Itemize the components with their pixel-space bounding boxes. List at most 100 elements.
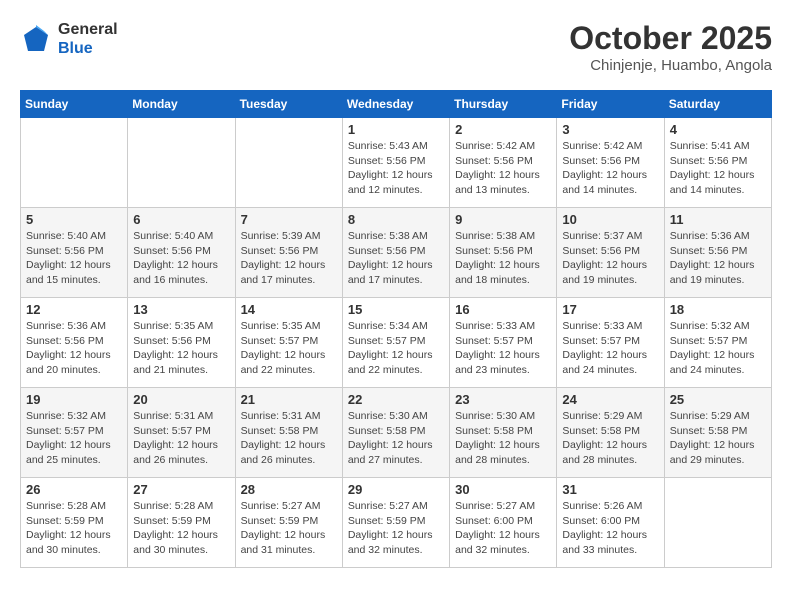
- day-info: Sunrise: 5:27 AM Sunset: 6:00 PM Dayligh…: [455, 499, 551, 558]
- day-number: 12: [26, 302, 122, 317]
- calendar-cell: [235, 118, 342, 208]
- day-number: 20: [133, 392, 229, 407]
- day-info: Sunrise: 5:27 AM Sunset: 5:59 PM Dayligh…: [348, 499, 444, 558]
- day-info: Sunrise: 5:38 AM Sunset: 5:56 PM Dayligh…: [455, 229, 551, 288]
- day-number: 15: [348, 302, 444, 317]
- calendar-table: SundayMondayTuesdayWednesdayThursdayFrid…: [20, 90, 772, 568]
- day-info: Sunrise: 5:42 AM Sunset: 5:56 PM Dayligh…: [455, 139, 551, 198]
- day-info: Sunrise: 5:42 AM Sunset: 5:56 PM Dayligh…: [562, 139, 658, 198]
- calendar-cell: 31 Sunrise: 5:26 AM Sunset: 6:00 PM Dayli…: [557, 478, 664, 568]
- day-number: 30: [455, 482, 551, 497]
- day-info: Sunrise: 5:28 AM Sunset: 5:59 PM Dayligh…: [133, 499, 229, 558]
- day-number: 24: [562, 392, 658, 407]
- day-info: Sunrise: 5:29 AM Sunset: 5:58 PM Dayligh…: [670, 409, 766, 468]
- column-header-friday: Friday: [557, 91, 664, 118]
- day-number: 11: [670, 212, 766, 227]
- column-header-wednesday: Wednesday: [342, 91, 449, 118]
- calendar-cell: 2 Sunrise: 5:42 AM Sunset: 5:56 PM Daylig…: [450, 118, 557, 208]
- day-info: Sunrise: 5:35 AM Sunset: 5:56 PM Dayligh…: [133, 319, 229, 378]
- calendar-cell: 27 Sunrise: 5:28 AM Sunset: 5:59 PM Dayli…: [128, 478, 235, 568]
- page-header: General Blue October 2025 Chinjenje, Hua…: [20, 20, 772, 74]
- calendar-cell: 21 Sunrise: 5:31 AM Sunset: 5:58 PM Dayli…: [235, 388, 342, 478]
- day-number: 31: [562, 482, 658, 497]
- day-number: 7: [241, 212, 337, 227]
- day-number: 1: [348, 122, 444, 137]
- calendar-cell: 19Sunrise: 5:32 AM Sunset: 5:57 PM Dayli…: [21, 388, 128, 478]
- calendar-cell: 25 Sunrise: 5:29 AM Sunset: 5:58 PM Dayli…: [664, 388, 771, 478]
- calendar-cell: 6 Sunrise: 5:40 AM Sunset: 5:56 PM Daylig…: [128, 208, 235, 298]
- day-number: 21: [241, 392, 337, 407]
- title-section: October 2025 Chinjenje, Huambo, Angola: [569, 20, 772, 74]
- day-number: 17: [562, 302, 658, 317]
- calendar-cell: 24 Sunrise: 5:29 AM Sunset: 5:58 PM Dayli…: [557, 388, 664, 478]
- day-info: Sunrise: 5:33 AM Sunset: 5:57 PM Dayligh…: [562, 319, 658, 378]
- day-number: 6: [133, 212, 229, 227]
- calendar-cell: 8 Sunrise: 5:38 AM Sunset: 5:56 PM Daylig…: [342, 208, 449, 298]
- day-info: Sunrise: 5:29 AM Sunset: 5:58 PM Dayligh…: [562, 409, 658, 468]
- day-info: Sunrise: 5:28 AM Sunset: 5:59 PM Dayligh…: [26, 499, 122, 558]
- calendar-cell: 4 Sunrise: 5:41 AM Sunset: 5:56 PM Daylig…: [664, 118, 771, 208]
- day-number: 5: [26, 212, 122, 227]
- week-row-5: 26 Sunrise: 5:28 AM Sunset: 5:59 PM Dayli…: [21, 478, 772, 568]
- day-number: 8: [348, 212, 444, 227]
- day-number: 19: [26, 392, 122, 407]
- logo-general-text: General: [58, 20, 118, 39]
- logo: General Blue: [20, 20, 118, 58]
- calendar-cell: 14 Sunrise: 5:35 AM Sunset: 5:57 PM Dayli…: [235, 298, 342, 388]
- day-info: Sunrise: 5:35 AM Sunset: 5:57 PM Dayligh…: [241, 319, 337, 378]
- day-number: 3: [562, 122, 658, 137]
- calendar-cell: [21, 118, 128, 208]
- calendar-cell: 17 Sunrise: 5:33 AM Sunset: 5:57 PM Dayli…: [557, 298, 664, 388]
- day-info: Sunrise: 5:40 AM Sunset: 5:56 PM Dayligh…: [26, 229, 122, 288]
- calendar-cell: 7 Sunrise: 5:39 AM Sunset: 5:56 PM Daylig…: [235, 208, 342, 298]
- day-info: Sunrise: 5:37 AM Sunset: 5:56 PM Dayligh…: [562, 229, 658, 288]
- day-number: 22: [348, 392, 444, 407]
- day-info: Sunrise: 5:26 AM Sunset: 6:00 PM Dayligh…: [562, 499, 658, 558]
- calendar-cell: 28Sunrise: 5:27 AM Sunset: 5:59 PM Dayli…: [235, 478, 342, 568]
- calendar-cell: 16Sunrise: 5:33 AM Sunset: 5:57 PM Dayli…: [450, 298, 557, 388]
- day-info: Sunrise: 5:39 AM Sunset: 5:56 PM Dayligh…: [241, 229, 337, 288]
- day-number: 2: [455, 122, 551, 137]
- calendar-cell: 9 Sunrise: 5:38 AM Sunset: 5:56 PM Daylig…: [450, 208, 557, 298]
- column-header-monday: Monday: [128, 91, 235, 118]
- location-subtitle: Chinjenje, Huambo, Angola: [569, 57, 772, 74]
- calendar-cell: 1Sunrise: 5:43 AM Sunset: 5:56 PM Daylig…: [342, 118, 449, 208]
- day-info: Sunrise: 5:36 AM Sunset: 5:56 PM Dayligh…: [26, 319, 122, 378]
- column-header-saturday: Saturday: [664, 91, 771, 118]
- week-row-3: 12 Sunrise: 5:36 AM Sunset: 5:56 PM Dayli…: [21, 298, 772, 388]
- calendar-cell: 13Sunrise: 5:35 AM Sunset: 5:56 PM Dayli…: [128, 298, 235, 388]
- calendar-cell: 12 Sunrise: 5:36 AM Sunset: 5:56 PM Dayli…: [21, 298, 128, 388]
- week-row-1: 1Sunrise: 5:43 AM Sunset: 5:56 PM Daylig…: [21, 118, 772, 208]
- day-info: Sunrise: 5:31 AM Sunset: 5:58 PM Dayligh…: [241, 409, 337, 468]
- column-header-thursday: Thursday: [450, 91, 557, 118]
- day-info: Sunrise: 5:33 AM Sunset: 5:57 PM Dayligh…: [455, 319, 551, 378]
- calendar-cell: 5 Sunrise: 5:40 AM Sunset: 5:56 PM Daylig…: [21, 208, 128, 298]
- day-info: Sunrise: 5:41 AM Sunset: 5:56 PM Dayligh…: [670, 139, 766, 198]
- day-info: Sunrise: 5:36 AM Sunset: 5:56 PM Dayligh…: [670, 229, 766, 288]
- day-info: Sunrise: 5:31 AM Sunset: 5:57 PM Dayligh…: [133, 409, 229, 468]
- week-row-2: 5 Sunrise: 5:40 AM Sunset: 5:56 PM Daylig…: [21, 208, 772, 298]
- day-info: Sunrise: 5:30 AM Sunset: 5:58 PM Dayligh…: [348, 409, 444, 468]
- day-info: Sunrise: 5:32 AM Sunset: 5:57 PM Dayligh…: [670, 319, 766, 378]
- calendar-cell: 18Sunrise: 5:32 AM Sunset: 5:57 PM Dayli…: [664, 298, 771, 388]
- calendar-cell: 10 Sunrise: 5:37 AM Sunset: 5:56 PM Dayli…: [557, 208, 664, 298]
- day-info: Sunrise: 5:38 AM Sunset: 5:56 PM Dayligh…: [348, 229, 444, 288]
- day-number: 25: [670, 392, 766, 407]
- day-number: 10: [562, 212, 658, 227]
- day-info: Sunrise: 5:40 AM Sunset: 5:56 PM Dayligh…: [133, 229, 229, 288]
- column-header-tuesday: Tuesday: [235, 91, 342, 118]
- calendar-header-row: SundayMondayTuesdayWednesdayThursdayFrid…: [21, 91, 772, 118]
- day-info: Sunrise: 5:34 AM Sunset: 5:57 PM Dayligh…: [348, 319, 444, 378]
- calendar-cell: 15 Sunrise: 5:34 AM Sunset: 5:57 PM Dayli…: [342, 298, 449, 388]
- day-number: 26: [26, 482, 122, 497]
- day-number: 9: [455, 212, 551, 227]
- calendar-cell: [664, 478, 771, 568]
- column-header-sunday: Sunday: [21, 91, 128, 118]
- logo-blue-text: Blue: [58, 39, 118, 58]
- calendar-cell: 26 Sunrise: 5:28 AM Sunset: 5:59 PM Dayli…: [21, 478, 128, 568]
- calendar-cell: 22 Sunrise: 5:30 AM Sunset: 5:58 PM Dayli…: [342, 388, 449, 478]
- day-number: 14: [241, 302, 337, 317]
- day-number: 27: [133, 482, 229, 497]
- day-number: 4: [670, 122, 766, 137]
- calendar-cell: 11 Sunrise: 5:36 AM Sunset: 5:56 PM Dayli…: [664, 208, 771, 298]
